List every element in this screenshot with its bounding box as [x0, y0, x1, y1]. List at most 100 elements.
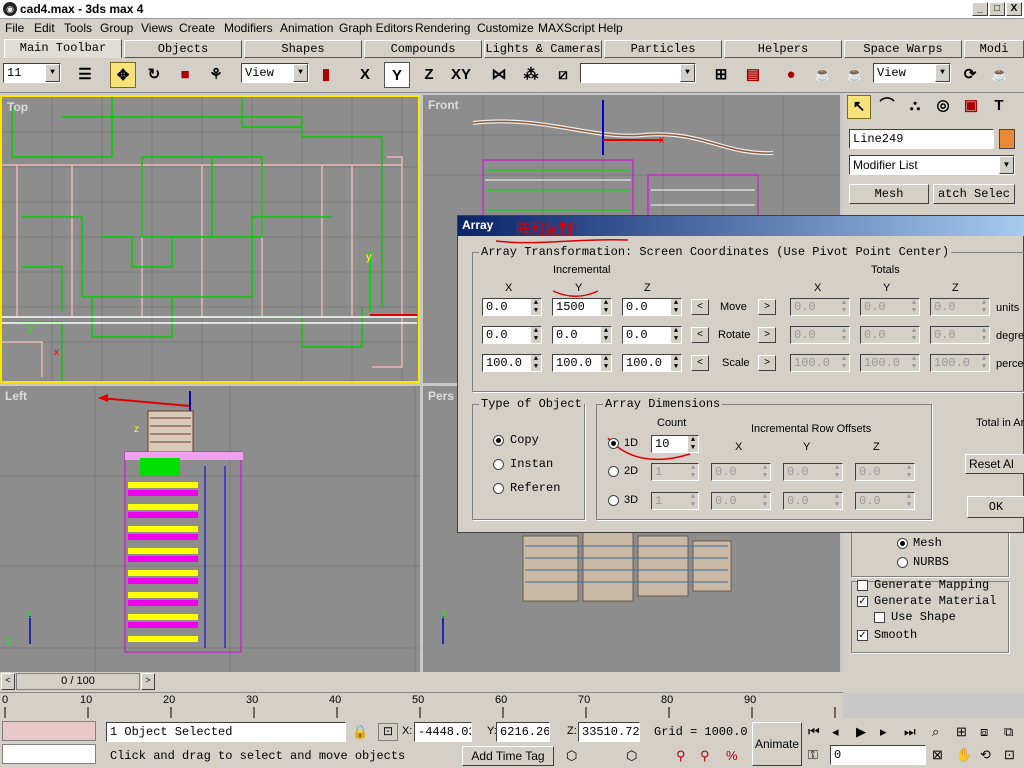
activeshade-icon[interactable]: ☕ — [987, 62, 1013, 88]
2d-count[interactable]: 1 ▲ ▼ — [651, 463, 699, 481]
menu-maxscript[interactable]: MAXScript — [538, 21, 595, 35]
3d-offset-z[interactable]: 0.0 ▲ ▼ — [855, 492, 915, 510]
3d-offset-y[interactable]: 0.0 ▲ ▼ — [783, 492, 843, 510]
scale-inc-z[interactable]: 100.0 ▲ ▼ — [622, 354, 682, 372]
named-selection-dropdown[interactable]: ▼ — [580, 63, 696, 83]
move-tot-z[interactable]: 0.0 ▲ ▼ — [930, 298, 990, 316]
viewport-label-front[interactable]: Front — [428, 98, 459, 112]
manipulate-icon[interactable]: ⚘ — [203, 62, 229, 88]
scale-tot-y[interactable]: 100.0 ▲ ▼ — [860, 354, 920, 372]
restrict-x-button[interactable]: X — [352, 62, 378, 88]
scale-left-arrow-button[interactable]: < — [691, 355, 709, 371]
maxscript-listener-mini[interactable] — [2, 721, 96, 741]
rotate-icon[interactable]: ↻ — [141, 62, 167, 88]
zoom-icon[interactable]: ⌕ — [932, 724, 939, 740]
render-last-icon[interactable]: ⟳ — [957, 62, 983, 88]
scale-icon[interactable]: ■ — [172, 62, 198, 88]
pan-icon[interactable]: ✋ — [956, 747, 972, 763]
tab-particles[interactable]: Particles — [604, 40, 722, 58]
rotate-inc-y[interactable]: 0.0 ▲ ▼ — [552, 326, 612, 344]
move-inc-x[interactable]: 0.0 ▲ ▼ — [482, 298, 542, 316]
1d-radio[interactable] — [608, 438, 619, 449]
y-coord-field[interactable]: 6216.26 — [496, 722, 550, 742]
go-to-end-icon[interactable]: ⏭ — [904, 724, 916, 740]
app-icon[interactable]: ◉ — [3, 2, 17, 16]
tab-shapes[interactable]: Shapes — [244, 40, 362, 58]
previous-frame-icon[interactable]: ◂ — [832, 724, 839, 740]
instance-radio[interactable] — [493, 459, 504, 470]
patch-select-button[interactable]: atch Selec — [933, 184, 1015, 204]
menu-graph-editors[interactable]: Graph Editors — [339, 21, 413, 35]
3d-radio[interactable] — [608, 495, 619, 506]
object-name-field[interactable]: Line249 — [849, 129, 994, 149]
close-button[interactable]: X — [1006, 2, 1022, 16]
viewport-left[interactable]: z y z Left — [0, 386, 420, 672]
viewport-label-left[interactable]: Left — [5, 389, 27, 403]
ok-button[interactable]: OK — [967, 496, 1024, 518]
move-inc-y[interactable]: 1500 ▲ ▼ — [552, 298, 612, 316]
menu-tools[interactable]: Tools — [64, 21, 92, 35]
snaps-toggle-icon[interactable]: ⚲ — [676, 748, 686, 764]
select-by-name-icon[interactable]: ☰ — [72, 62, 98, 88]
tab-helpers[interactable]: Helpers — [724, 40, 842, 58]
viewport-label-perspective[interactable]: Pers — [428, 389, 454, 403]
mirror-icon[interactable]: ⋈ — [486, 62, 512, 88]
pivot-center-icon[interactable]: ▮ — [313, 62, 339, 88]
menu-help[interactable]: Help — [598, 21, 623, 35]
align-icon[interactable]: ⧄ — [550, 62, 576, 88]
reset-all-button[interactable]: Reset Al — [965, 454, 1024, 474]
zoom-extents-all-icon[interactable]: ⧉ — [1004, 724, 1013, 740]
move-tot-y[interactable]: 0.0 ▲ ▼ — [860, 298, 920, 316]
scale-right-arrow-button[interactable]: > — [758, 355, 776, 371]
tab-modifiers[interactable]: Modi — [964, 40, 1024, 58]
smooth-checkbox[interactable]: ✓ — [857, 630, 868, 641]
mesh-select-button[interactable]: Mesh Select — [849, 184, 929, 204]
restrict-xy-button[interactable]: XY — [446, 62, 476, 88]
object-color-swatch[interactable] — [999, 129, 1015, 149]
arc-rotate-icon[interactable]: ⟲ — [980, 747, 991, 763]
material-editor-icon[interactable]: ● — [778, 62, 804, 88]
reference-radio[interactable] — [493, 483, 504, 494]
scale-inc-x[interactable]: 100.0 ▲ ▼ — [482, 354, 542, 372]
rotate-tot-x[interactable]: 0.0 ▲ ▼ — [790, 326, 850, 344]
play-icon[interactable]: ▶ — [856, 724, 866, 740]
2d-offset-z[interactable]: 0.0 ▲ ▼ — [855, 463, 915, 481]
quick-render-icon[interactable]: ☕ — [842, 62, 868, 88]
time-next-button[interactable]: > — [141, 673, 155, 690]
minimize-button[interactable]: _ — [972, 2, 988, 16]
tab-objects[interactable]: Objects — [124, 40, 242, 58]
maximize-viewport-icon[interactable]: ⊡ — [1004, 747, 1015, 763]
maximize-button[interactable]: □ — [989, 2, 1005, 16]
schematic-view-icon[interactable]: ▤ — [740, 62, 766, 88]
menu-modifiers[interactable]: Modifiers — [224, 21, 273, 35]
2d-offset-y[interactable]: 0.0 ▲ ▼ — [783, 463, 843, 481]
add-time-tag-button[interactable]: Add Time Tag — [462, 746, 554, 766]
select-move-icon[interactable]: ✥ — [110, 62, 136, 88]
nurbs-radio[interactable] — [897, 557, 908, 568]
render-type-dropdown[interactable]: View ▼ — [873, 63, 951, 83]
time-slider[interactable]: 0 / 100 — [16, 673, 140, 690]
key-mode-icon[interactable]: ⚿ — [808, 747, 818, 763]
tab-space-warps[interactable]: Space Warps — [844, 40, 962, 58]
menu-rendering[interactable]: Rendering — [415, 21, 470, 35]
use-shape-checkbox[interactable] — [874, 612, 885, 623]
z-coord-field[interactable]: 33510.72 — [578, 722, 640, 742]
menu-file[interactable]: File — [5, 21, 24, 35]
create-panel-icon[interactable]: ↖ — [847, 95, 871, 119]
zoom-extents-icon[interactable]: ⧈ — [980, 724, 988, 740]
2d-offset-x[interactable]: 0.0 ▲ ▼ — [711, 463, 771, 481]
menu-edit[interactable]: Edit — [34, 21, 55, 35]
animate-button[interactable]: Animate — [752, 722, 802, 766]
rotate-inc-x[interactable]: 0.0 ▲ ▼ — [482, 326, 542, 344]
mesh-radio[interactable] — [897, 538, 908, 549]
menu-customize[interactable]: Customize — [477, 21, 534, 35]
modifier-list-dropdown[interactable]: Modifier List ▼ — [849, 155, 1015, 175]
tab-compounds[interactable]: Compounds — [364, 40, 482, 58]
tab-lights-cameras[interactable]: Lights & Cameras — [484, 40, 602, 58]
generate-material-checkbox[interactable]: ✓ — [857, 596, 868, 607]
scale-inc-y[interactable]: 100.0 ▲ ▼ — [552, 354, 612, 372]
track-bar[interactable]: 0 10 20 30 40 50 60 70 80 90 — [0, 692, 843, 719]
absolute-mode-icon[interactable]: ⊡ — [378, 723, 398, 741]
rotate-tot-y[interactable]: 0.0 ▲ ▼ — [860, 326, 920, 344]
selection-filter-dropdown[interactable]: 11 ▼ — [3, 63, 61, 83]
